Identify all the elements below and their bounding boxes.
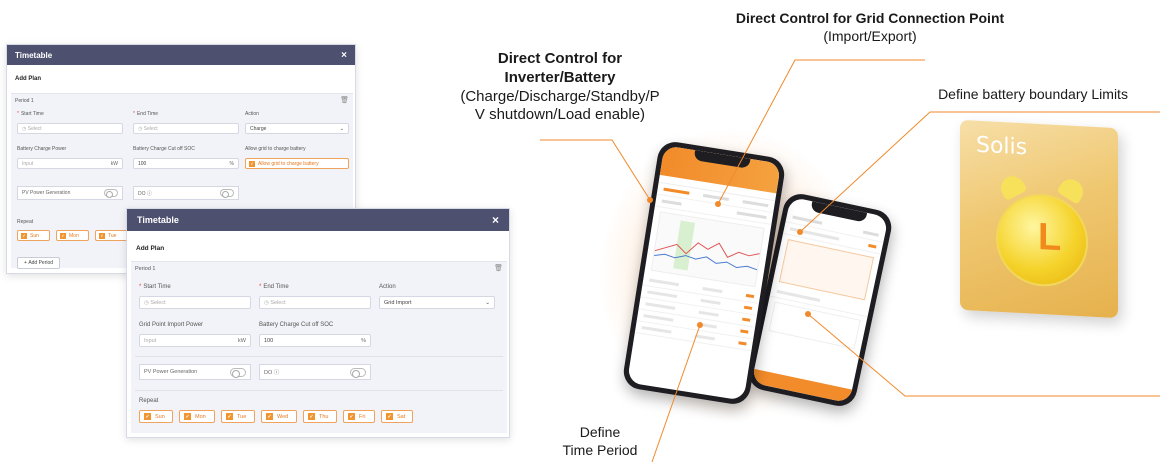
end-time-label: * End Time <box>259 284 289 290</box>
day-checkbox[interactable]: ✓ Mon <box>56 230 89 241</box>
day-checkbox-sun[interactable]: ✓ Sun <box>139 410 173 423</box>
close-icon[interactable]: × <box>492 213 499 227</box>
dialog-header: Timetable × <box>127 209 509 231</box>
chevron-down-icon: ⌄ <box>339 125 344 132</box>
pv-toggle[interactable] <box>230 367 246 378</box>
chevron-down-icon: ⌄ <box>485 299 490 306</box>
dialog-title: Timetable <box>15 50 53 60</box>
soc-input[interactable]: 100% <box>259 334 371 347</box>
pv-toggle[interactable] <box>104 189 118 198</box>
action-select[interactable]: Charge ⌄ <box>245 123 349 134</box>
action-label: Action <box>379 284 396 290</box>
repeat-label: Repeat <box>17 219 34 225</box>
period-panel: Period 1 🗑 * Start Time * End Time Action … <box>131 261 507 433</box>
start-time-label: * Start Time <box>139 284 171 290</box>
do-toggle[interactable] <box>220 189 234 198</box>
day-checkbox-wed[interactable]: ✓ Wed <box>261 410 297 423</box>
period-label: Period 1 <box>135 266 156 272</box>
day-checkbox[interactable]: ✓ Tue <box>95 230 128 241</box>
app-chart <box>650 211 765 288</box>
trash-icon[interactable]: 🗑 <box>494 264 503 272</box>
day-checkbox-sat[interactable]: ✓ Sat <box>381 410 413 423</box>
pv-toggle-row: PV Power Generation <box>139 364 251 380</box>
annotation-grid: Direct Control for Grid Connection Point… <box>735 10 1005 44</box>
solis-brand: Solis <box>976 132 1028 161</box>
start-time-input[interactable]: ◷ Select <box>17 123 123 134</box>
trash-icon[interactable]: 🗑 <box>340 96 349 104</box>
soc-input[interactable]: 100% <box>133 158 239 169</box>
do-toggle-row: DO ⓘ <box>133 186 239 200</box>
start-time-label: * Start Time <box>17 111 44 117</box>
do-toggle[interactable] <box>350 367 366 378</box>
do-toggle-row: DO ⓘ <box>259 364 371 380</box>
day-checkbox-mon[interactable]: ✓ Mon <box>179 410 215 423</box>
annotation-time-period: Define Time Period <box>562 424 638 458</box>
divider <box>135 390 503 391</box>
power-label: Battery Charge Power <box>17 146 67 152</box>
add-period-button[interactable]: + Add Period <box>17 257 61 269</box>
dialog-header: Timetable × <box>7 45 355 65</box>
annotation-inverter: Direct Control for Inverter/Battery (Cha… <box>460 50 660 124</box>
dialog-title: Timetable <box>137 215 179 225</box>
soc-label: Battery Charge Cut off SOC <box>259 322 334 328</box>
clock-hand-icon: L <box>1038 215 1062 260</box>
day-checkbox-fri[interactable]: ✓ Fri <box>343 410 375 423</box>
power-input[interactable]: Input kW <box>17 158 123 169</box>
pv-toggle-row: PV Power Generation <box>17 186 123 200</box>
start-time-input[interactable]: ◷ Select <box>139 296 251 309</box>
info-icon: ⓘ <box>273 370 280 376</box>
day-checkbox[interactable]: ✓ Sun <box>17 230 50 241</box>
power-input[interactable]: Input kW <box>139 334 251 347</box>
action-select[interactable]: Grid Import ⌄ <box>379 296 495 309</box>
annotation-battery-limits: Define battery boundary Limits <box>938 86 1128 102</box>
timetable-dialog-front: Timetable × Add Plan Period 1 🗑 * Start T… <box>126 208 510 438</box>
end-time-label: * End Time <box>133 111 159 117</box>
action-label: Action <box>245 111 259 117</box>
app-chart-lines <box>654 220 760 271</box>
end-time-input[interactable]: ◷ Select <box>133 123 239 134</box>
repeat-label: Repeat <box>139 398 159 404</box>
solis-app-icon: Solis L <box>960 119 1118 319</box>
divider <box>135 356 503 357</box>
day-checkbox-thu[interactable]: ✓ Thu <box>303 410 337 423</box>
power-label: Grid Point Import Power <box>139 322 204 328</box>
day-checkbox-tue[interactable]: ✓ Tue <box>221 410 255 423</box>
grid-charge-label: Allow grid to charge battery <box>245 146 306 152</box>
end-time-input[interactable]: ◷ Select <box>259 296 371 309</box>
check-icon: ✓ <box>249 160 255 167</box>
grid-charge-checkbox[interactable]: ✓ Allow grid to charge battery <box>245 158 349 169</box>
add-plan-title: Add Plan <box>136 245 165 252</box>
close-icon[interactable]: × <box>341 50 347 61</box>
info-icon: ⓘ <box>146 190 152 197</box>
add-plan-title: Add Plan <box>15 76 42 82</box>
soc-label: Battery Charge Cut off SOC <box>133 146 195 152</box>
period-label: Period 1 <box>15 98 34 104</box>
